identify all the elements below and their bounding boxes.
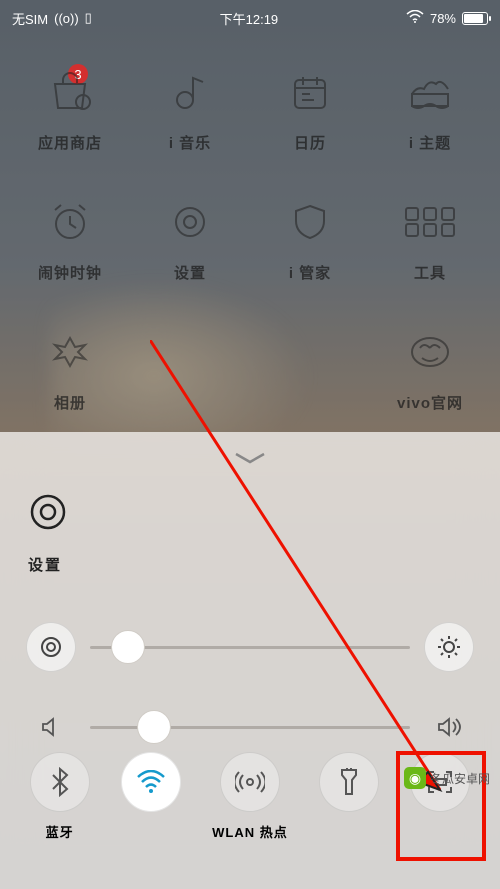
settings-shortcut-button[interactable] [26, 622, 76, 672]
app-gallery[interactable]: 相册 [10, 330, 130, 430]
status-bar: 无SIM ((o)) ▯ 下午12:19 78% [0, 0, 500, 36]
vibrate-icon: ▯ [85, 10, 92, 26]
app-tools[interactable]: 工具 [370, 200, 490, 300]
app-label: 闹钟时钟 [38, 262, 102, 283]
clock: 下午12:19 [92, 9, 406, 28]
bag-icon [49, 70, 91, 114]
cake-icon [408, 70, 452, 114]
signal-icon: ((o)) [54, 11, 79, 26]
shield-icon [290, 200, 330, 244]
toggle-label: WLAN 热点 [212, 822, 288, 841]
app-label: 日历 [294, 132, 326, 153]
annotation-arrow [150, 340, 470, 820]
calendar-icon [290, 70, 330, 114]
app-label: 工具 [414, 262, 446, 283]
folder-icon [404, 200, 456, 244]
app-calendar[interactable]: 日历 [250, 70, 370, 170]
alarm-icon [50, 200, 90, 244]
app-label: 相册 [54, 392, 86, 413]
app-label: i 管家 [289, 262, 331, 283]
app-appstore[interactable]: 3 应用商店 [10, 70, 130, 170]
app-label: i 主题 [409, 132, 451, 153]
app-label: 设置 [174, 262, 206, 283]
gear-icon [170, 200, 210, 244]
music-icon [170, 70, 210, 114]
android-icon: ◉ [404, 767, 426, 789]
app-clock[interactable]: 闹钟时钟 [10, 200, 130, 300]
app-label: i 音乐 [169, 132, 211, 153]
toggle-bluetooth[interactable]: 蓝牙 [30, 752, 90, 841]
app-theme[interactable]: i 主题 [370, 70, 490, 170]
battery-percent: 78% [430, 11, 456, 26]
sim-status: 无SIM [12, 9, 48, 28]
app-manager[interactable]: i 管家 [250, 200, 370, 300]
watermark: ◉ 冬瓜安卓网 [404, 767, 490, 789]
wifi-icon [406, 10, 424, 27]
panel-settings-shortcut[interactable]: 设置 [28, 492, 68, 575]
app-settings[interactable]: 设置 [130, 200, 250, 300]
flower-icon [50, 330, 90, 374]
app-music[interactable]: i 音乐 [130, 70, 250, 170]
app-label: 应用商店 [38, 132, 102, 153]
toggle-label: 蓝牙 [46, 822, 74, 841]
settings-label: 设置 [28, 554, 68, 575]
battery-icon [462, 12, 488, 25]
